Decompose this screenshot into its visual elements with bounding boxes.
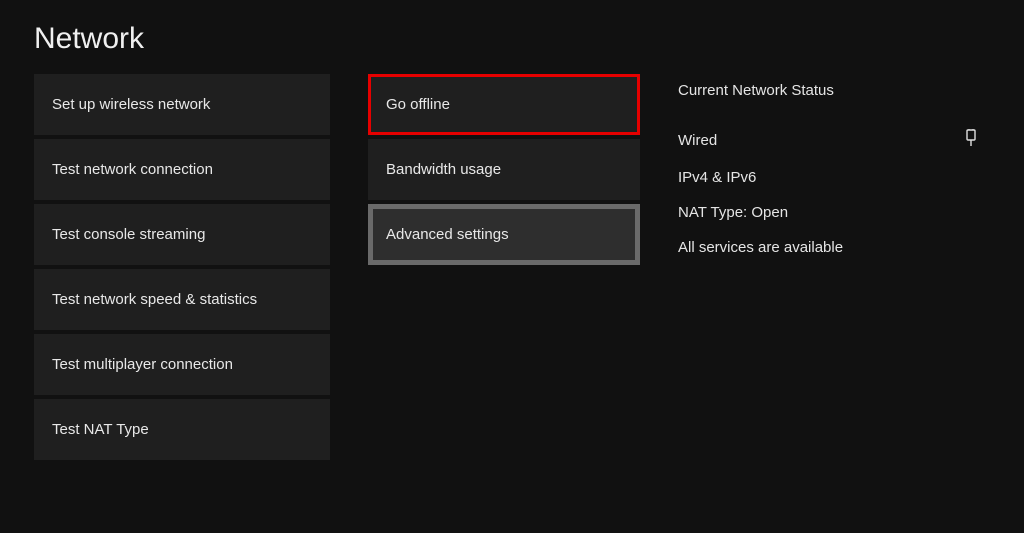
test-streaming-button[interactable]: Test console streaming <box>34 204 330 265</box>
setup-wireless-button[interactable]: Set up wireless network <box>34 74 330 135</box>
page-title: Network <box>0 0 1024 74</box>
test-connection-button[interactable]: Test network connection <box>34 139 330 200</box>
status-services: All services are available <box>678 239 978 256</box>
column-status: Current Network Status Wired IPv4 & IPv6… <box>678 74 978 460</box>
test-multiplayer-button[interactable]: Test multiplayer connection <box>34 334 330 395</box>
test-speed-button[interactable]: Test network speed & statistics <box>34 269 330 330</box>
column-tests: Set up wireless network Test network con… <box>34 74 330 460</box>
column-settings: Go offline Bandwidth usage Advanced sett… <box>368 74 640 460</box>
status-heading: Current Network Status <box>678 82 978 99</box>
status-nat: NAT Type: Open <box>678 204 978 221</box>
status-connection: Wired <box>678 129 978 151</box>
content-grid: Set up wireless network Test network con… <box>0 74 1024 460</box>
status-ip: IPv4 & IPv6 <box>678 169 978 186</box>
status-connection-label: Wired <box>678 132 717 149</box>
status-panel: Current Network Status Wired IPv4 & IPv6… <box>678 74 978 256</box>
bandwidth-usage-button[interactable]: Bandwidth usage <box>368 139 640 200</box>
advanced-settings-button[interactable]: Advanced settings <box>368 204 640 265</box>
wired-icon <box>964 129 978 151</box>
test-nat-button[interactable]: Test NAT Type <box>34 399 330 460</box>
go-offline-button[interactable]: Go offline <box>368 74 640 135</box>
